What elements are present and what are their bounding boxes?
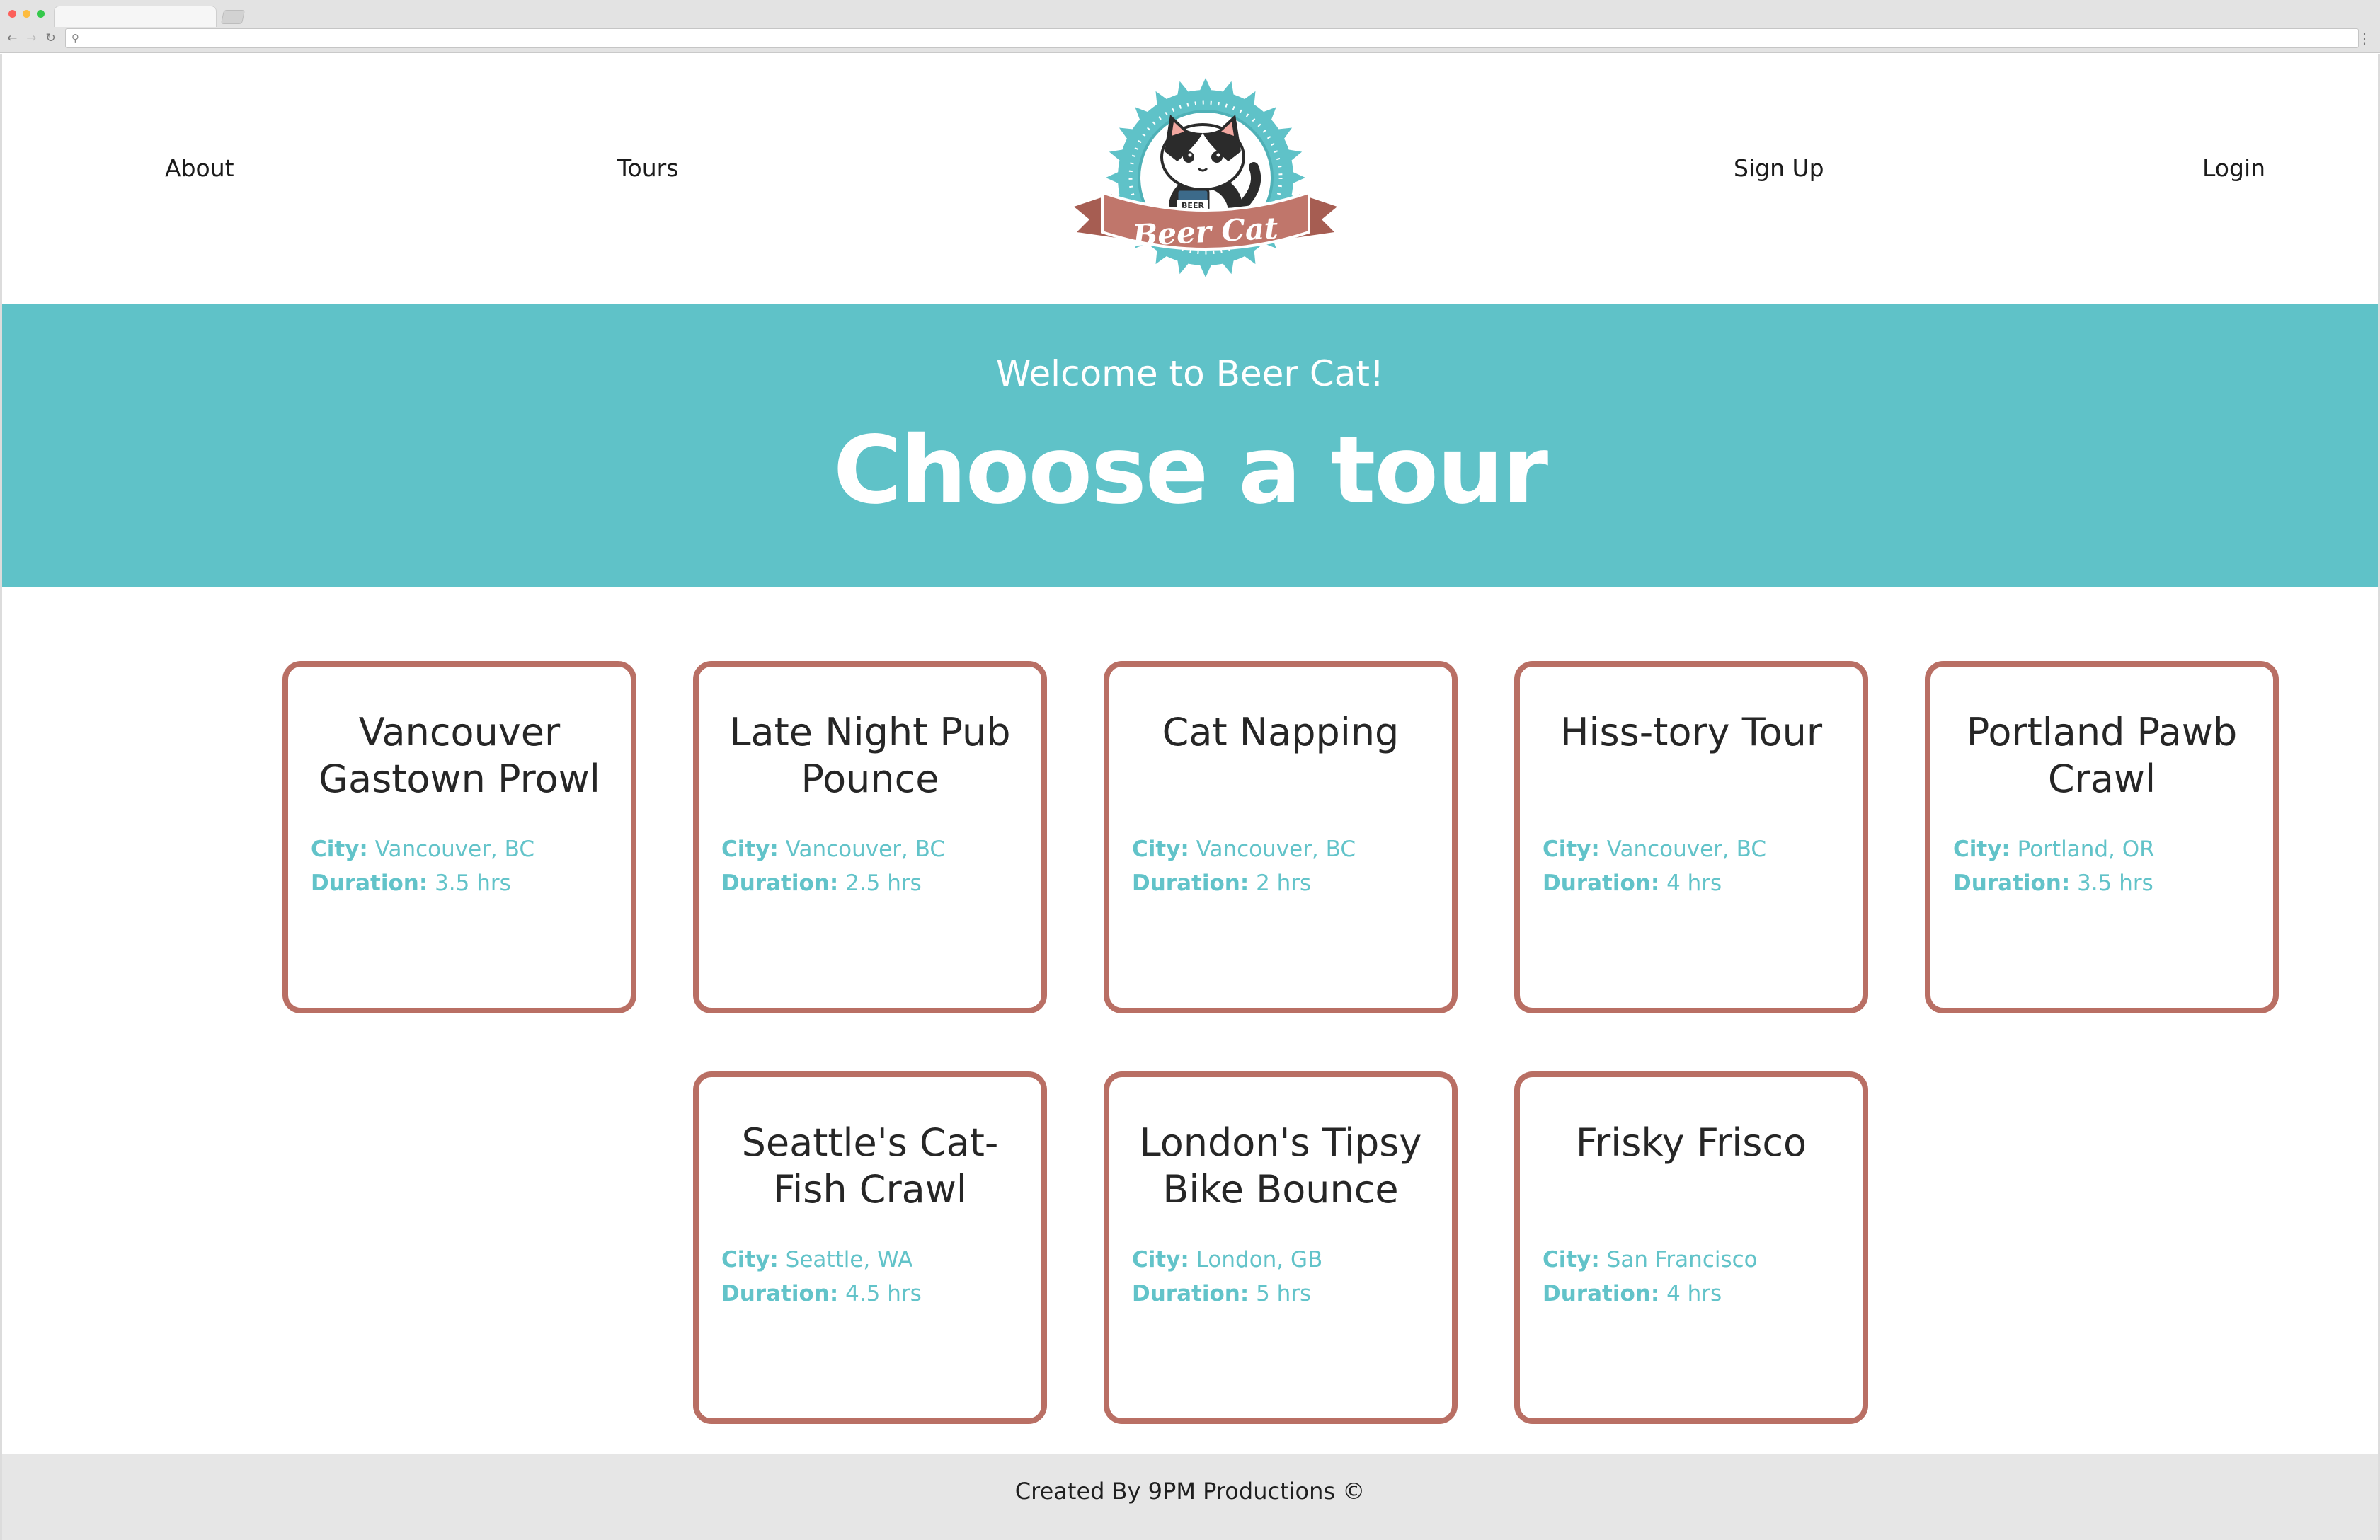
tour-card[interactable]: London's Tipsy Bike Bounce City: London,… (1104, 1071, 1458, 1424)
tour-city: Vancouver, BC (785, 837, 946, 862)
tour-meta: City: San Francisco Duration: 4 hrs (1543, 1243, 1855, 1311)
duration-label: Duration: (1543, 1281, 1660, 1306)
tour-city: San Francisco (1606, 1247, 1758, 1272)
tour-meta: City: London, GB Duration: 5 hrs (1132, 1243, 1445, 1311)
tour-meta: City: Vancouver, BC Duration: 3.5 hrs (311, 832, 624, 900)
browser-menu-icon[interactable]: ⋮ (2357, 28, 2372, 48)
city-label: City: (1132, 837, 1189, 862)
new-tab-button[interactable] (220, 10, 246, 24)
tour-card[interactable]: Seattle's Cat-Fish Crawl City: Seattle, … (693, 1071, 1047, 1424)
browser-chrome: ← → ↻ ⚲ ⋮ (0, 0, 2380, 53)
tour-duration: 4 hrs (1666, 870, 1722, 896)
city-label: City: (1953, 837, 2010, 862)
tour-card[interactable]: Late Night Pub Pounce City: Vancouver, B… (693, 661, 1047, 1013)
forward-arrow-icon[interactable]: → (26, 30, 36, 47)
address-bar[interactable]: ⚲ (65, 28, 2359, 48)
tour-name: Late Night Pub Pounce (729, 710, 1011, 801)
tour-name: Vancouver Gastown Prowl (319, 710, 600, 801)
beer-cat-logo[interactable]: BEER Beer Cat (1071, 68, 1340, 277)
maximize-window-icon[interactable] (37, 10, 45, 18)
tour-name: Frisky Frisco (1575, 1120, 1807, 1165)
tour-city: Vancouver, BC (1606, 837, 1767, 862)
site-header: About Tours BEER Beer Cat Sign Up Login (2, 54, 2378, 304)
page-title: Choose a tour (833, 416, 1548, 525)
city-label: City: (1543, 837, 1600, 862)
duration-label: Duration: (721, 1281, 839, 1306)
duration-label: Duration: (721, 870, 839, 896)
footer-credit: Created By 9PM Productions © (1014, 1478, 1366, 1505)
page: About Tours BEER Beer Cat Sign Up Login … (0, 54, 2380, 1540)
tour-duration: 4.5 hrs (845, 1281, 922, 1306)
tour-name: Cat Napping (1162, 710, 1400, 754)
tour-meta: City: Seattle, WA Duration: 4.5 hrs (721, 1243, 1034, 1311)
tour-meta: City: Portland, OR Duration: 3.5 hrs (1953, 832, 2266, 900)
nav-login-link[interactable]: Login (2202, 154, 2265, 182)
tour-duration: 2.5 hrs (845, 870, 922, 896)
city-label: City: (721, 837, 779, 862)
tour-duration: 5 hrs (1256, 1281, 1312, 1306)
city-label: City: (311, 837, 368, 862)
tour-city: Seattle, WA (785, 1247, 913, 1272)
tour-city: Portland, OR (2017, 837, 2155, 862)
tour-name: Seattle's Cat-Fish Crawl (741, 1120, 999, 1212)
tour-city: London, GB (1196, 1247, 1323, 1272)
duration-label: Duration: (1953, 870, 2071, 896)
duration-label: Duration: (1543, 870, 1660, 896)
tour-meta: City: Vancouver, BC Duration: 2.5 hrs (721, 832, 1034, 900)
tour-card[interactable]: Frisky Frisco City: San Francisco Durati… (1514, 1071, 1868, 1424)
welcome-text: Welcome to Beer Cat! (995, 353, 1385, 394)
reload-icon[interactable]: ↻ (46, 30, 56, 47)
tour-name: Portland Pawb Crawl (1966, 710, 2238, 801)
back-arrow-icon[interactable]: ← (7, 30, 17, 47)
tour-city: Vancouver, BC (374, 837, 535, 862)
nav-tours-link[interactable]: Tours (617, 154, 678, 182)
tour-name: Hiss-tory Tour (1560, 710, 1823, 754)
tour-meta: City: Vancouver, BC Duration: 2 hrs (1132, 832, 1445, 900)
search-icon: ⚲ (71, 32, 79, 45)
tour-duration: 3.5 hrs (2077, 870, 2153, 896)
minimize-window-icon[interactable] (23, 10, 30, 18)
browser-nav-buttons: ← → ↻ (7, 30, 56, 47)
tour-city: Vancouver, BC (1196, 837, 1356, 862)
tour-name: London's Tipsy Bike Bounce (1139, 1120, 1422, 1212)
duration-label: Duration: (1132, 1281, 1249, 1306)
tour-card[interactable]: Hiss-tory Tour City: Vancouver, BC Durat… (1514, 661, 1868, 1013)
nav-signup-link[interactable]: Sign Up (1734, 154, 1824, 182)
city-label: City: (1132, 1247, 1189, 1272)
duration-label: Duration: (1132, 870, 1249, 896)
tour-duration: 4 hrs (1666, 1281, 1722, 1306)
window-controls (8, 10, 45, 18)
hero-banner: Welcome to Beer Cat! Choose a tour (2, 304, 2378, 587)
tour-card[interactable]: Portland Pawb Crawl City: Portland, OR D… (1925, 661, 2279, 1013)
tour-meta: City: Vancouver, BC Duration: 4 hrs (1543, 832, 1855, 900)
browser-tab[interactable] (54, 6, 217, 27)
duration-label: Duration: (311, 870, 428, 896)
city-label: City: (721, 1247, 779, 1272)
tour-duration: 2 hrs (1256, 870, 1312, 896)
site-footer: Created By 9PM Productions © (2, 1454, 2378, 1540)
nav-about-link[interactable]: About (165, 154, 234, 182)
close-window-icon[interactable] (8, 10, 16, 18)
tour-card[interactable]: Vancouver Gastown Prowl City: Vancouver,… (282, 661, 636, 1013)
city-label: City: (1543, 1247, 1600, 1272)
tour-duration: 3.5 hrs (435, 870, 511, 896)
tour-card[interactable]: Cat Napping City: Vancouver, BC Duration… (1104, 661, 1458, 1013)
